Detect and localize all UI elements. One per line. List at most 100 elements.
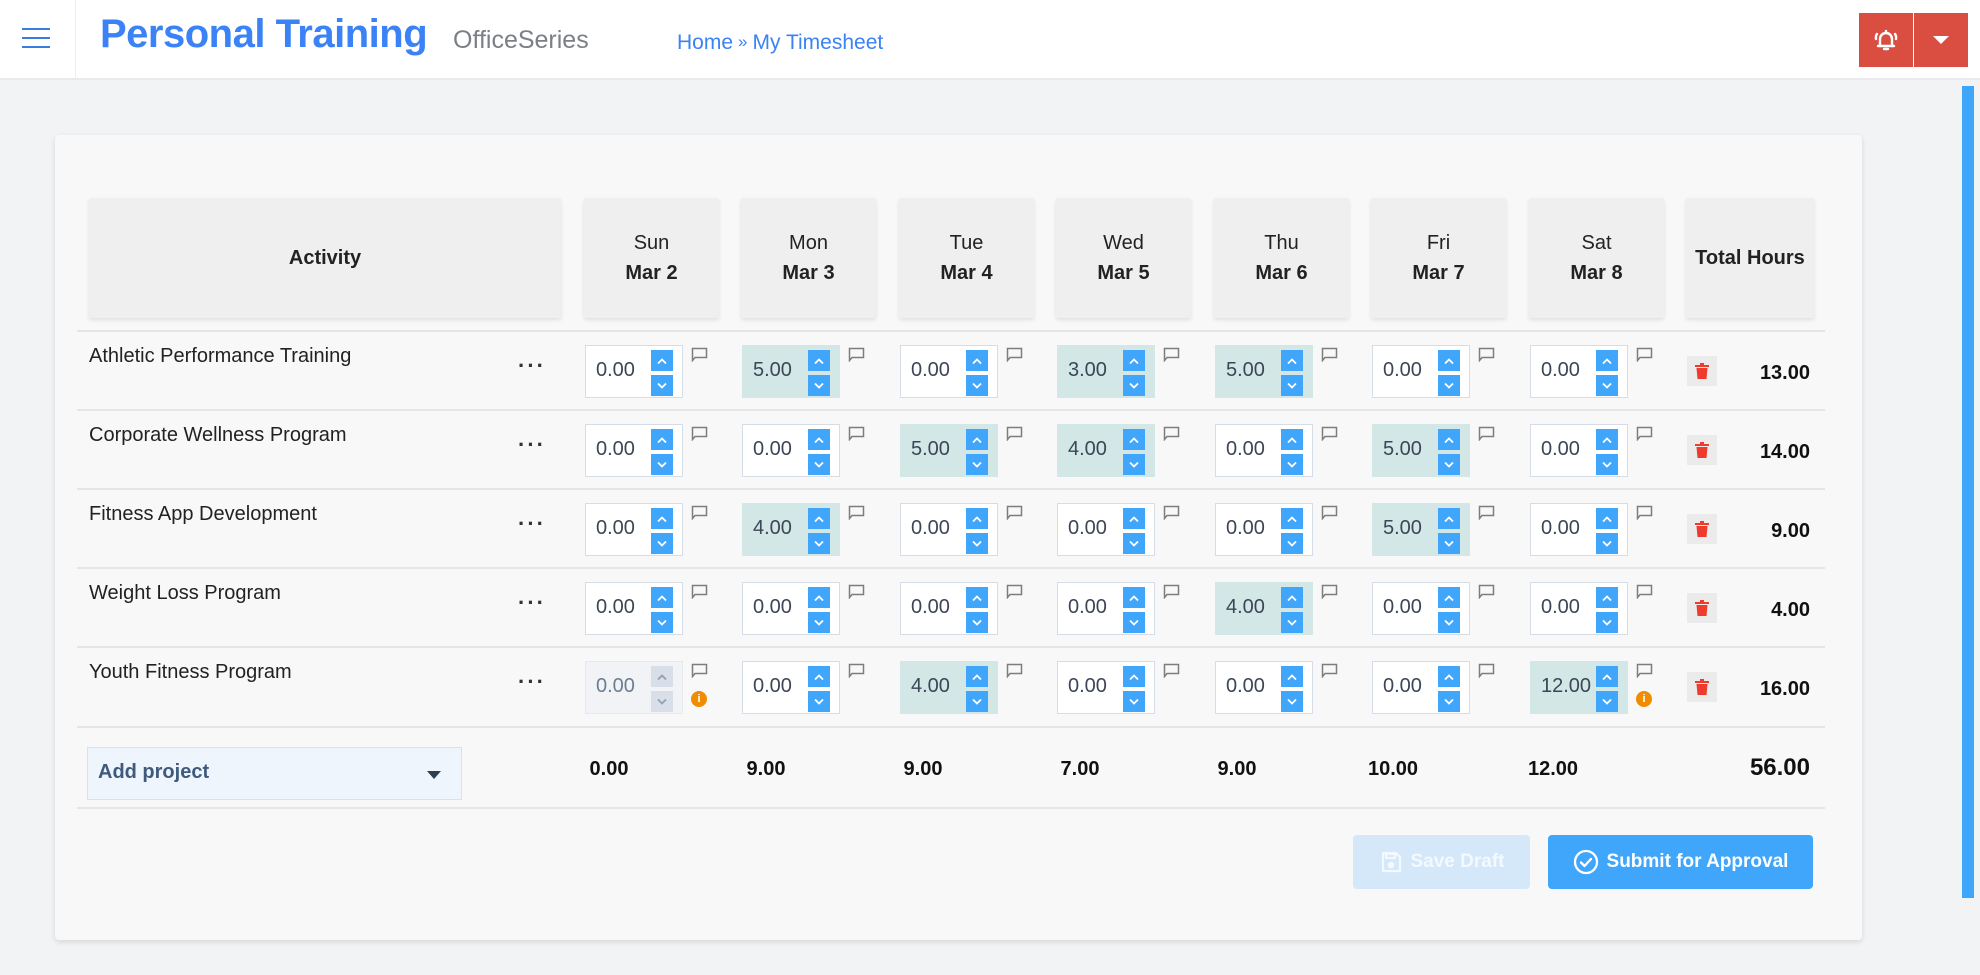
decrement-button[interactable] — [966, 612, 988, 633]
increment-button[interactable] — [651, 350, 673, 371]
increment-button[interactable] — [1281, 587, 1303, 608]
hours-value[interactable]: 5.00 — [1383, 517, 1422, 540]
add-comment-button[interactable] — [1163, 505, 1180, 521]
hours-stepper[interactable]: 5.00 — [1372, 424, 1470, 477]
hours-stepper[interactable]: 0.00 — [900, 345, 998, 398]
decrement-button[interactable] — [651, 691, 673, 712]
row-menu-button[interactable]: ··· — [518, 434, 546, 456]
hours-stepper[interactable]: 0.00 — [1530, 345, 1628, 398]
row-menu-button[interactable]: ··· — [518, 592, 546, 614]
decrement-button[interactable] — [808, 533, 830, 554]
hours-value[interactable]: 0.00 — [1541, 596, 1580, 619]
add-comment-button[interactable] — [1636, 505, 1653, 521]
notifications-button[interactable] — [1859, 13, 1913, 67]
hours-value[interactable]: 0.00 — [596, 675, 635, 698]
hours-value[interactable]: 0.00 — [1226, 675, 1265, 698]
increment-button[interactable] — [1281, 508, 1303, 529]
increment-button[interactable] — [808, 350, 830, 371]
hours-value[interactable]: 0.00 — [753, 675, 792, 698]
hours-stepper[interactable]: 4.00 — [742, 503, 840, 556]
hours-value[interactable]: 0.00 — [1068, 596, 1107, 619]
hours-stepper[interactable]: 0.00 — [900, 582, 998, 635]
increment-button[interactable] — [966, 350, 988, 371]
increment-button[interactable] — [651, 508, 673, 529]
hours-value[interactable]: 0.00 — [911, 517, 950, 540]
hours-value[interactable]: 0.00 — [1226, 517, 1265, 540]
row-menu-button[interactable]: ··· — [518, 513, 546, 535]
decrement-button[interactable] — [1123, 533, 1145, 554]
hours-stepper[interactable]: 0.00 — [1057, 503, 1155, 556]
decrement-button[interactable] — [1123, 691, 1145, 712]
increment-button[interactable] — [1438, 666, 1460, 687]
add-comment-button[interactable] — [1321, 426, 1338, 442]
hours-value[interactable]: 0.00 — [1541, 359, 1580, 382]
hours-stepper[interactable]: 4.00 — [900, 661, 998, 714]
increment-button[interactable] — [808, 666, 830, 687]
breadcrumb-current[interactable]: My Timesheet — [753, 31, 884, 54]
breadcrumb-home[interactable]: Home — [677, 31, 733, 54]
decrement-button[interactable] — [1438, 533, 1460, 554]
add-comment-button[interactable] — [1636, 347, 1653, 363]
add-comment-button[interactable] — [1636, 584, 1653, 600]
hours-stepper[interactable]: 12.00 — [1530, 661, 1628, 714]
hours-stepper[interactable]: 4.00 — [1215, 582, 1313, 635]
decrement-button[interactable] — [1596, 691, 1618, 712]
hours-value[interactable]: 4.00 — [1226, 596, 1265, 619]
add-comment-button[interactable] — [1478, 505, 1495, 521]
decrement-button[interactable] — [1281, 533, 1303, 554]
hours-value[interactable]: 0.00 — [1383, 675, 1422, 698]
hours-stepper[interactable]: 0.00 — [742, 661, 840, 714]
hours-stepper[interactable]: 3.00 — [1057, 345, 1155, 398]
increment-button[interactable] — [1596, 587, 1618, 608]
decrement-button[interactable] — [1438, 612, 1460, 633]
decrement-button[interactable] — [1596, 454, 1618, 475]
hours-value[interactable]: 5.00 — [753, 359, 792, 382]
decrement-button[interactable] — [1281, 454, 1303, 475]
hours-value[interactable]: 12.00 — [1541, 675, 1591, 698]
add-comment-button[interactable] — [848, 505, 865, 521]
decrement-button[interactable] — [1438, 454, 1460, 475]
decrement-button[interactable] — [1596, 375, 1618, 396]
row-menu-button[interactable]: ··· — [518, 355, 546, 377]
increment-button[interactable] — [966, 508, 988, 529]
add-comment-button[interactable] — [848, 426, 865, 442]
hours-value[interactable]: 0.00 — [596, 596, 635, 619]
add-comment-button[interactable] — [1321, 347, 1338, 363]
increment-button[interactable] — [808, 587, 830, 608]
hours-value[interactable]: 5.00 — [1226, 359, 1265, 382]
decrement-button[interactable] — [1123, 454, 1145, 475]
add-project-dropdown[interactable]: Add project — [87, 747, 462, 800]
hours-value[interactable]: 0.00 — [911, 359, 950, 382]
add-comment-button[interactable] — [1636, 663, 1653, 679]
increment-button[interactable] — [966, 587, 988, 608]
decrement-button[interactable] — [651, 375, 673, 396]
decrement-button[interactable] — [1438, 375, 1460, 396]
increment-button[interactable] — [1123, 587, 1145, 608]
hours-stepper[interactable]: 0.00 — [585, 424, 683, 477]
hours-value[interactable]: 0.00 — [1383, 596, 1422, 619]
decrement-button[interactable] — [1123, 612, 1145, 633]
increment-button[interactable] — [1123, 666, 1145, 687]
decrement-button[interactable] — [651, 533, 673, 554]
increment-button[interactable] — [1281, 350, 1303, 371]
hours-stepper[interactable]: 0.00 — [900, 503, 998, 556]
increment-button[interactable] — [651, 587, 673, 608]
add-comment-button[interactable] — [691, 505, 708, 521]
hours-value[interactable]: 0.00 — [1226, 438, 1265, 461]
increment-button[interactable] — [1123, 429, 1145, 450]
hours-value[interactable]: 0.00 — [596, 359, 635, 382]
info-icon[interactable]: i — [1636, 691, 1652, 707]
hours-value[interactable]: 0.00 — [753, 596, 792, 619]
page-scrollbar[interactable] — [1962, 86, 1974, 898]
hours-stepper[interactable]: 0.00 — [1372, 661, 1470, 714]
hours-stepper[interactable]: 4.00 — [1057, 424, 1155, 477]
add-comment-button[interactable] — [1006, 663, 1023, 679]
increment-button[interactable] — [966, 429, 988, 450]
hours-stepper[interactable]: 0.00 — [1057, 582, 1155, 635]
hours-value[interactable]: 0.00 — [1068, 517, 1107, 540]
decrement-button[interactable] — [1281, 691, 1303, 712]
add-comment-button[interactable] — [1478, 663, 1495, 679]
increment-button[interactable] — [1596, 508, 1618, 529]
increment-button[interactable] — [1596, 666, 1618, 687]
decrement-button[interactable] — [966, 691, 988, 712]
